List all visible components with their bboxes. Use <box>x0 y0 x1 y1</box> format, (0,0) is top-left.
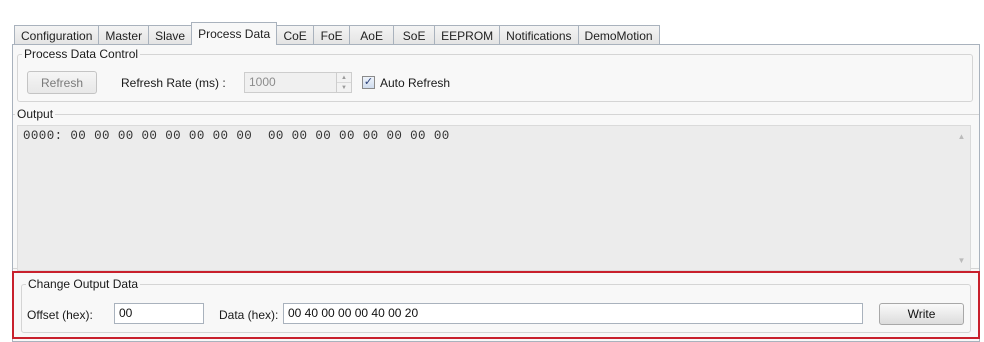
change-output-data-group: Change Output Data Offset (hex): 00 Data… <box>21 277 971 333</box>
offset-label: Offset (hex): <box>27 308 93 322</box>
tab-strip: Configuration Master Slave Process Data … <box>14 22 660 45</box>
output-textbox[interactable]: 0000: 00 00 00 00 00 00 00 00 00 00 00 0… <box>17 125 971 271</box>
process-data-panel: Process Data Control Refresh Refresh Rat… <box>12 44 980 342</box>
output-title: Output <box>17 107 54 121</box>
spin-down-icon[interactable]: ▼ <box>337 82 351 92</box>
refresh-rate-input[interactable]: 1000 <box>244 72 337 93</box>
tab-eeprom[interactable]: EEPROM <box>434 25 501 45</box>
refresh-rate-spinner[interactable]: ▲ ▼ <box>336 72 352 93</box>
auto-refresh-label: Auto Refresh <box>380 76 451 90</box>
tab-configuration[interactable]: Configuration <box>14 25 100 45</box>
scroll-down-icon[interactable]: ▼ <box>953 252 970 268</box>
scroll-up-icon[interactable]: ▲ <box>953 128 970 144</box>
tab-soe[interactable]: SoE <box>393 25 436 45</box>
check-icon: ✓ <box>363 76 374 88</box>
refresh-button[interactable]: Refresh <box>27 71 97 94</box>
tab-slave[interactable]: Slave <box>148 25 193 45</box>
change-output-data-title: Change Output Data <box>28 277 139 291</box>
auto-refresh-checkbox[interactable]: ✓ <box>362 76 375 89</box>
tab-notifications[interactable]: Notifications <box>499 25 579 45</box>
tab-master[interactable]: Master <box>98 25 150 45</box>
tab-foe[interactable]: FoE <box>313 25 351 45</box>
spin-up-icon[interactable]: ▲ <box>337 73 351 82</box>
offset-input[interactable]: 00 <box>114 303 204 324</box>
tab-demomotion[interactable]: DemoMotion <box>577 25 660 45</box>
output-group: Output 0000: 00 00 00 00 00 00 00 00 00 … <box>13 107 979 271</box>
tab-process-data[interactable]: Process Data <box>191 22 278 45</box>
data-input[interactable]: 00 40 00 00 00 40 00 20 <box>283 303 863 324</box>
tab-aoe[interactable]: AoE <box>349 25 395 45</box>
data-label: Data (hex): <box>219 308 279 322</box>
refresh-rate-label: Refresh Rate (ms) : <box>121 76 226 90</box>
process-data-control-group: Process Data Control Refresh Refresh Rat… <box>17 47 973 102</box>
write-button[interactable]: Write <box>879 303 964 325</box>
output-hex-text: 0000: 00 00 00 00 00 00 00 00 00 00 00 0… <box>23 129 450 143</box>
output-scrollbar[interactable]: ▲ ▼ <box>953 126 970 270</box>
process-data-control-title: Process Data Control <box>24 47 139 61</box>
tab-coe[interactable]: CoE <box>276 25 315 45</box>
